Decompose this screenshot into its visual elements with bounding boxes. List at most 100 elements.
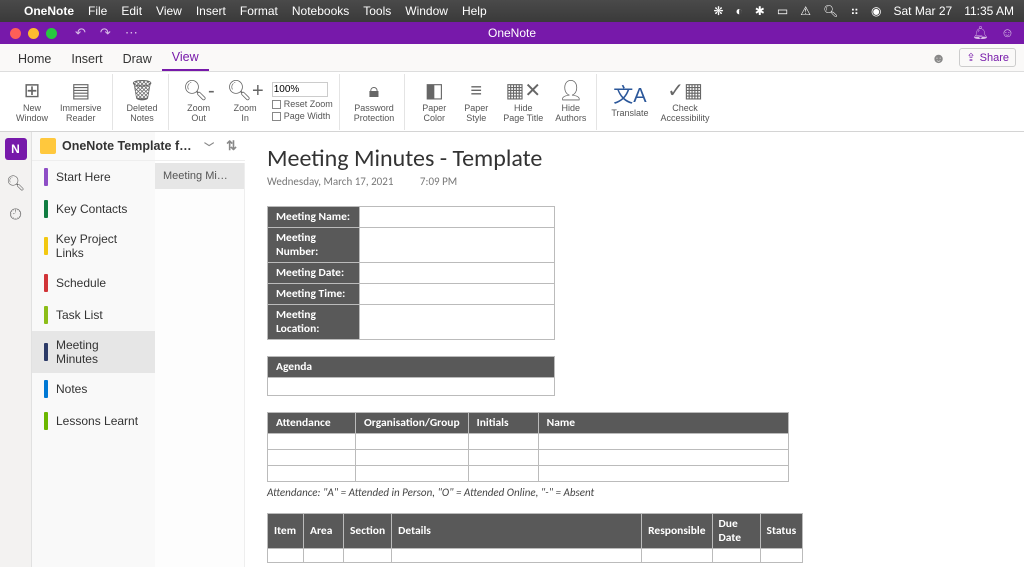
undo-icon[interactable]: ↶ xyxy=(75,25,86,41)
zoom-in-button[interactable]: 🔍︎+Zoom In xyxy=(223,78,268,126)
traffic-lights xyxy=(10,28,57,39)
status-icon[interactable]: ◐ xyxy=(736,4,743,18)
agenda-table[interactable]: Agenda xyxy=(267,356,555,396)
window-icon: ⊞ xyxy=(24,80,41,102)
field-label: Meeting Location: xyxy=(268,305,360,340)
hide-authors-label: Hide Authors xyxy=(555,104,586,124)
attendance-table[interactable]: AttendanceOrganisation/GroupInitialsName xyxy=(267,412,789,482)
paper-color-button[interactable]: ◧Paper Color xyxy=(415,78,453,126)
pages-column: Meeting Mi… xyxy=(155,163,245,567)
column-header: Status xyxy=(760,514,803,549)
notebook-header[interactable]: OneNote Template for Pr… ﹀ ⇅ xyxy=(32,132,245,161)
mac-menu-window[interactable]: Window xyxy=(405,4,448,18)
page-title[interactable]: Meeting Minutes - Template xyxy=(267,144,1002,173)
maximize-window-icon[interactable] xyxy=(46,28,57,39)
section-item[interactable]: Meeting Minutes xyxy=(32,331,155,373)
new-window-button[interactable]: ⊞New Window xyxy=(12,78,52,126)
redo-icon[interactable]: ↷ xyxy=(100,25,111,41)
section-label: Schedule xyxy=(56,276,106,290)
menu-date[interactable]: Sat Mar 27 xyxy=(893,4,952,18)
deleted-notes-label: Deleted Notes xyxy=(127,104,158,124)
field-value[interactable] xyxy=(360,305,555,340)
field-value[interactable] xyxy=(360,207,555,228)
section-item[interactable]: Key Contacts xyxy=(32,193,155,225)
section-item[interactable]: Key Project Links xyxy=(32,225,155,267)
section-item[interactable]: Start Here xyxy=(32,161,155,193)
action-items-table[interactable]: ItemAreaSectionDetailsResponsibleDue Dat… xyxy=(267,513,803,563)
mac-menu-view[interactable]: View xyxy=(156,4,182,18)
field-value[interactable] xyxy=(360,284,555,305)
ribbon-view: ⊞New Window ▤Immersive Reader 🗑︎Deleted … xyxy=(0,72,1024,132)
mac-menu-notebooks[interactable]: Notebooks xyxy=(292,4,349,18)
spotlight-icon[interactable]: 🔍︎ xyxy=(823,4,838,18)
tab-insert[interactable]: Insert xyxy=(61,46,112,71)
zoom-level-input[interactable] xyxy=(272,82,328,97)
section-item[interactable]: Lessons Learnt xyxy=(32,405,155,437)
column-header: Area xyxy=(304,514,344,549)
zoom-out-button[interactable]: 🔍︎-Zoom Out xyxy=(179,78,219,126)
check-accessibility-button[interactable]: ✓▦Check Accessibility xyxy=(657,78,714,126)
overflow-icon[interactable]: ⋯ xyxy=(125,25,138,41)
paint-icon: ◧ xyxy=(425,80,444,102)
paper-style-button[interactable]: ≡Paper Style xyxy=(457,78,495,126)
notification-icon[interactable]: 🔔︎ xyxy=(972,25,989,41)
control-center-icon[interactable]: ⠶ xyxy=(850,4,859,18)
mac-menu-edit[interactable]: Edit xyxy=(121,4,142,18)
siri-icon[interactable]: ◉ xyxy=(871,4,881,18)
translate-button[interactable]: 文ATranslate xyxy=(607,83,652,121)
wifi-icon[interactable]: ⚠︎ xyxy=(800,4,811,18)
field-label: Meeting Number: xyxy=(268,228,360,263)
section-item[interactable]: Task List xyxy=(32,299,155,331)
column-header: Name xyxy=(538,413,788,434)
password-protection-button[interactable]: 🔒︎Password Protection xyxy=(350,78,399,126)
mac-app-name[interactable]: OneNote xyxy=(24,4,74,18)
mac-menu-insert[interactable]: Insert xyxy=(196,4,226,18)
column-header: Item xyxy=(268,514,304,549)
tab-draw[interactable]: Draw xyxy=(113,46,162,71)
minimize-window-icon[interactable] xyxy=(28,28,39,39)
share-label: Share xyxy=(980,52,1009,64)
sort-icon[interactable]: ⇅ xyxy=(226,138,237,154)
chevron-down-icon[interactable]: ﹀ xyxy=(204,139,214,154)
recent-rail-icon[interactable]: 🕘︎ xyxy=(10,206,22,223)
mac-menu-format[interactable]: Format xyxy=(240,4,278,18)
share-button[interactable]: ⇪ Share xyxy=(959,48,1016,67)
hide-page-title-button[interactable]: ▦✕Hide Page Title xyxy=(499,78,547,126)
meeting-info-table[interactable]: Meeting Name:Meeting Number:Meeting Date… xyxy=(267,206,555,340)
tab-home[interactable]: Home xyxy=(8,46,61,71)
section-label: Lessons Learnt xyxy=(56,414,138,428)
tab-view[interactable]: View xyxy=(162,44,209,71)
close-window-icon[interactable] xyxy=(10,28,21,39)
immersive-reader-button[interactable]: ▤Immersive Reader xyxy=(56,78,106,126)
page-content[interactable]: Meeting Minutes - Template Wednesday, Ma… xyxy=(245,132,1024,567)
field-label: Meeting Time: xyxy=(268,284,360,305)
status-icon[interactable]: ❋ xyxy=(713,4,723,18)
section-color-icon xyxy=(44,412,48,430)
deleted-notes-button[interactable]: 🗑︎Deleted Notes xyxy=(123,78,162,126)
mac-menu-file[interactable]: File xyxy=(88,4,107,18)
section-item[interactable]: Schedule xyxy=(32,267,155,299)
feedback-icon[interactable]: ☻ xyxy=(931,50,946,66)
page-item[interactable]: Meeting Mi… xyxy=(155,163,244,189)
section-label: Key Project Links xyxy=(56,232,143,260)
mac-menu-help[interactable]: Help xyxy=(462,4,487,18)
page-width-link[interactable]: Page Width xyxy=(272,111,333,121)
notebooks-rail-icon[interactable]: N xyxy=(5,138,27,160)
battery-icon[interactable]: ▭ xyxy=(777,4,788,18)
page-date: Wednesday, March 17, 2021 xyxy=(267,175,393,188)
reset-zoom-link[interactable]: Reset Zoom xyxy=(272,99,333,109)
search-rail-icon[interactable]: 🔍︎ xyxy=(6,174,25,192)
menu-time[interactable]: 11:35 AM xyxy=(964,4,1014,18)
agenda-cell[interactable] xyxy=(268,378,555,396)
translate-label: Translate xyxy=(611,109,648,119)
field-value[interactable] xyxy=(360,228,555,263)
bluetooth-icon[interactable]: ✱ xyxy=(755,4,765,18)
field-value[interactable] xyxy=(360,263,555,284)
mac-menu-tools[interactable]: Tools xyxy=(363,4,391,18)
section-item[interactable]: Notes xyxy=(32,373,155,405)
emoji-icon[interactable]: ☺ xyxy=(1001,25,1014,41)
hide-authors-button[interactable]: 👤︎Hide Authors xyxy=(551,78,590,126)
lock-icon: 🔒︎ xyxy=(369,80,380,102)
column-header: Details xyxy=(392,514,642,549)
immersive-reader-label: Immersive Reader xyxy=(60,104,102,124)
